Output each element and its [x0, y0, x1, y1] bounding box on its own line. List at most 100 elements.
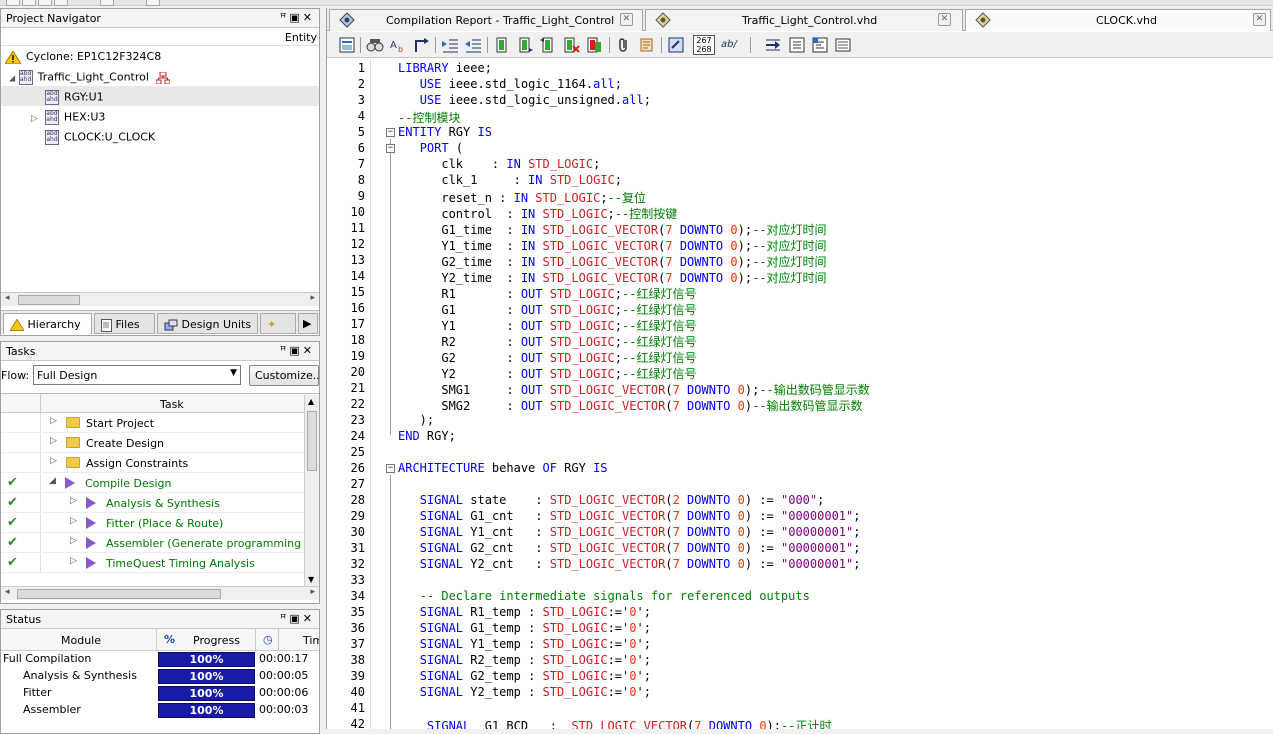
code-line[interactable]: 35 SIGNAL R1_temp : STD_LOGIC:='0';: [327, 605, 1273, 621]
comment-icon[interactable]: [788, 36, 806, 54]
entity-column-header[interactable]: Entity: [1, 28, 319, 46]
time-column-header[interactable]: Time: [303, 634, 319, 647]
code-line[interactable]: 4 --控制模块: [327, 109, 1273, 125]
code-line[interactable]: 20 Y2 : OUT STD_LOGIC;--红绿灯信号: [327, 365, 1273, 381]
tab-traffic-light-control[interactable]: Traffic_Light_Control.vhd ✕: [645, 9, 963, 31]
indent-icon[interactable]: [441, 36, 459, 54]
code-line[interactable]: 39 SIGNAL G2_temp : STD_LOGIC:='0';: [327, 669, 1273, 685]
task-horizontal-scrollbar[interactable]: ◂ ▸: [1, 586, 319, 600]
task-row[interactable]: ✔ ▷ Analysis & Synthesis: [1, 493, 319, 513]
float-icon[interactable]: ▣: [289, 11, 302, 24]
code-line[interactable]: 26 − ARCHITECTURE behave OF RGY IS: [327, 461, 1273, 477]
code-line[interactable]: 18 R2 : OUT STD_LOGIC;--红绿灯信号: [327, 333, 1273, 349]
code-line[interactable]: 30 SIGNAL Y1_cnt : STD_LOGIC_VECTOR(7 DO…: [327, 525, 1273, 541]
code-line[interactable]: 33: [327, 573, 1273, 589]
code-line[interactable]: 29 SIGNAL G1_cnt : STD_LOGIC_VECTOR(7 DO…: [327, 509, 1273, 525]
code-line[interactable]: 2 USE ieee.std_logic_1164.all;: [327, 77, 1273, 93]
close-icon[interactable]: ✕: [303, 344, 315, 357]
tab-files[interactable]: Files: [94, 313, 155, 334]
scroll-up-icon[interactable]: ▲: [308, 397, 314, 406]
insert-icon[interactable]: [667, 36, 685, 54]
scroll-right-icon[interactable]: ▸: [310, 293, 315, 303]
page-setup-icon[interactable]: [338, 36, 356, 54]
fold-toggle-icon[interactable]: −: [386, 144, 395, 153]
uncomment-icon[interactable]: [811, 36, 829, 54]
code-line[interactable]: 19 G2 : OUT STD_LOGIC;--红绿灯信号: [327, 349, 1273, 365]
code-line[interactable]: 22 SMG2 : OUT STD_LOGIC_VECTOR(7 DOWNTO …: [327, 397, 1273, 413]
tab-clock-vhd[interactable]: CLOCK.vhd ✕: [965, 9, 1271, 31]
expand-arrow-icon[interactable]: ▷: [70, 556, 77, 566]
scrollbar-thumb[interactable]: [18, 295, 80, 305]
device-row[interactable]: Cyclone: EP1C12F324C8: [1, 46, 319, 66]
scroll-down-icon[interactable]: ▼: [308, 575, 314, 584]
expand-arrow-icon[interactable]: ▷: [50, 456, 57, 466]
task-row[interactable]: ✔ ▷ TimeQuest Timing Analysis: [1, 553, 319, 573]
code-line[interactable]: 3 USE ieee.std_logic_unsigned.all;: [327, 93, 1273, 109]
bookmark-prev-icon[interactable]: [539, 36, 557, 54]
flow-select[interactable]: Full Design ▼: [33, 365, 241, 385]
code-line[interactable]: 40 SIGNAL Y2_temp : STD_LOGIC:='0';: [327, 685, 1273, 701]
code-line[interactable]: 6 − PORT (: [327, 141, 1273, 157]
task-row[interactable]: ✔ ▷ Fitter (Place & Route): [1, 513, 319, 533]
top-entity-row[interactable]: ◢ abd ahd Traffic_Light_Control: [1, 66, 319, 86]
close-icon[interactable]: ✕: [303, 612, 315, 625]
tree-item-clock[interactable]: abd ahd CLOCK:U_CLOCK: [1, 126, 319, 146]
code-line[interactable]: 37 SIGNAL Y1_temp : STD_LOGIC:='0';: [327, 637, 1273, 653]
bookmark-toggle-icon[interactable]: [585, 36, 603, 54]
task-row[interactable]: ▷ Start Project: [1, 413, 319, 433]
task-row[interactable]: ▷ Assign Constraints: [1, 453, 319, 473]
code-line[interactable]: 1 LIBRARY ieee;: [327, 61, 1273, 77]
unindent-icon[interactable]: [464, 36, 482, 54]
code-line[interactable]: 8 clk_1 : IN STD_LOGIC;: [327, 173, 1273, 189]
close-icon[interactable]: ✕: [303, 11, 315, 24]
scrollbar-thumb[interactable]: [17, 589, 221, 599]
code-line[interactable]: 13 G2_time : IN STD_LOGIC_VECTOR(7 DOWNT…: [327, 253, 1273, 269]
code-line[interactable]: 25: [327, 445, 1273, 461]
code-line[interactable]: 38 SIGNAL R2_temp : STD_LOGIC:='0';: [327, 653, 1273, 669]
code-line[interactable]: 5 − ENTITY RGY IS: [327, 125, 1273, 141]
progress-column-header[interactable]: Progress: [193, 634, 240, 647]
tab-scroll-right[interactable]: ▶: [298, 313, 318, 334]
horizontal-scrollbar[interactable]: ◂ ▸: [1, 292, 319, 306]
close-icon[interactable]: ✕: [938, 13, 951, 26]
code-line[interactable]: 11 G1_time : IN STD_LOGIC_VECTOR(7 DOWNT…: [327, 221, 1273, 237]
code-editor[interactable]: 1 LIBRARY ieee; 2 USE ieee.std_logic_1164.…: [327, 59, 1273, 729]
expand-arrow-icon[interactable]: ▷: [70, 536, 77, 546]
expand-arrow-icon[interactable]: ▷: [70, 516, 77, 526]
customize-button[interactable]: Customize...: [249, 365, 319, 386]
bookmark-clear-icon[interactable]: [562, 36, 580, 54]
scroll-right-icon[interactable]: ▸: [310, 587, 315, 597]
close-icon[interactable]: ✕: [620, 13, 633, 26]
code-line[interactable]: 34 -- Declare intermediate signals for r…: [327, 589, 1273, 605]
word-wrap-button[interactable]: ab/: [721, 39, 737, 50]
tree-item-rgy[interactable]: abd ahd RGY:U1: [1, 86, 319, 106]
bookmark-icon[interactable]: [493, 36, 511, 54]
code-line[interactable]: 10 control : IN STD_LOGIC;--控制按键: [327, 205, 1273, 221]
scrollbar-thumb[interactable]: [307, 411, 317, 471]
attach-icon[interactable]: [615, 36, 633, 54]
find-icon[interactable]: [366, 36, 384, 54]
scroll-left-icon[interactable]: ◂: [5, 293, 10, 303]
code-line[interactable]: 36 SIGNAL G1_temp : STD_LOGIC:='0';: [327, 621, 1273, 637]
increase-indent-icon[interactable]: [764, 36, 782, 54]
task-vertical-scrollbar[interactable]: ▲ ▼: [304, 395, 319, 586]
task-row[interactable]: ▷ Create Design: [1, 433, 319, 453]
find-replace-icon[interactable]: Ab: [389, 36, 407, 54]
tab-hierarchy[interactable]: Hierarchy: [3, 313, 92, 334]
goto-line-icon[interactable]: [412, 36, 430, 54]
code-line[interactable]: 16 G1 : OUT STD_LOGIC;--红绿灯信号: [327, 301, 1273, 317]
expand-arrow-icon[interactable]: ▷: [31, 114, 38, 124]
float-icon[interactable]: ▣: [289, 344, 302, 357]
code-line[interactable]: 12 Y1_time : IN STD_LOGIC_VECTOR(7 DOWNT…: [327, 237, 1273, 253]
tab-compilation-report[interactable]: Compilation Report - Traffic_Light_Contr…: [329, 9, 643, 31]
code-line[interactable]: 27: [327, 477, 1273, 493]
close-icon[interactable]: ✕: [1253, 13, 1266, 26]
code-line[interactable]: 14 Y2_time : IN STD_LOGIC_VECTOR(7 DOWNT…: [327, 269, 1273, 285]
percent-column-header[interactable]: %: [164, 633, 175, 646]
template-icon[interactable]: [638, 36, 656, 54]
properties-icon[interactable]: [834, 36, 852, 54]
code-line[interactable]: 23 );: [327, 413, 1273, 429]
collapse-arrow-icon[interactable]: ◢: [9, 74, 15, 83]
expand-arrow-icon[interactable]: ▷: [70, 496, 77, 506]
code-line[interactable]: 7 clk : IN STD_LOGIC;: [327, 157, 1273, 173]
